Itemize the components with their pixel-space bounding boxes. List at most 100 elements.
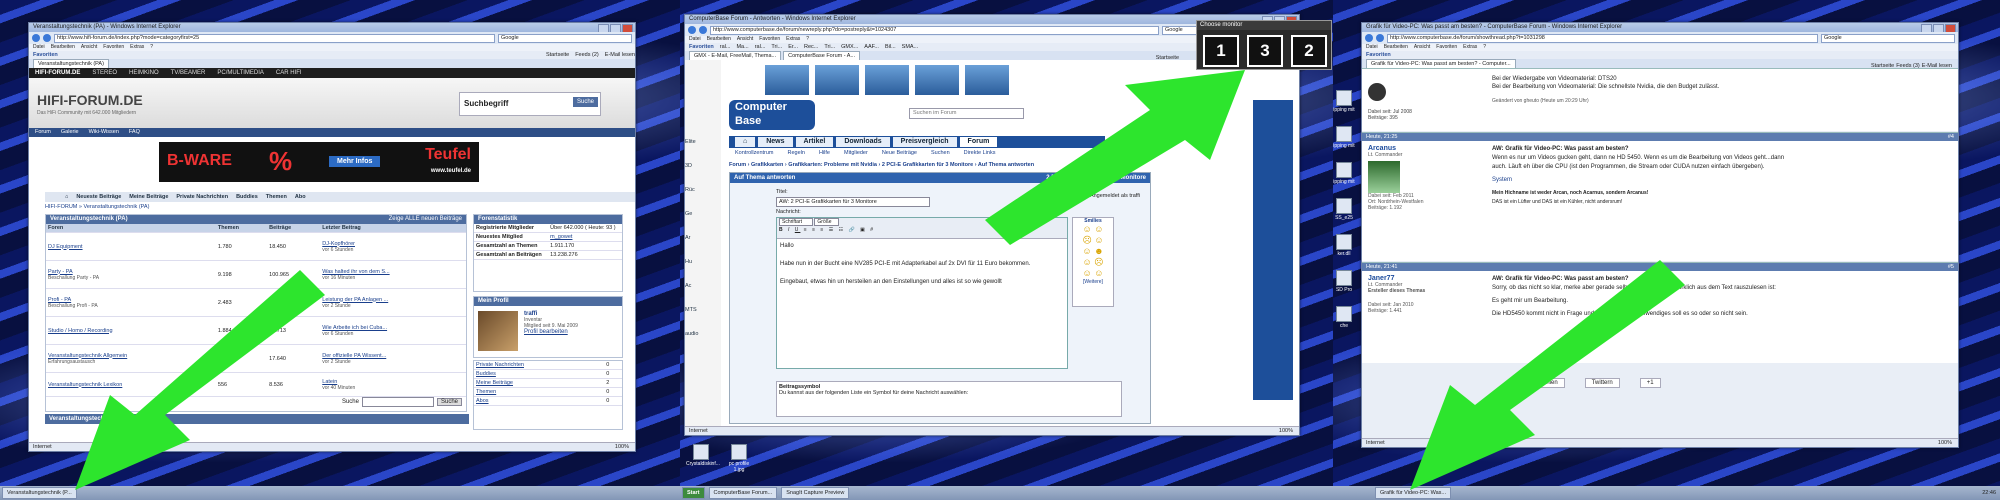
post-number[interactable]: #4 — [1948, 133, 1958, 141]
forum-link[interactable]: Veranstaltungstechnik Lexikon — [48, 382, 122, 388]
show-all-link[interactable]: Zeige ALLE neuen Beiträge — [389, 215, 466, 224]
menu-item[interactable]: Extras — [1463, 44, 1477, 51]
menu-pm[interactable]: Private Nachrichten — [176, 192, 228, 202]
clock[interactable]: 22:46 — [1982, 490, 2000, 496]
forward-button[interactable] — [699, 26, 707, 34]
post-number[interactable]: #5 — [1948, 263, 1958, 271]
taskbar-item[interactable]: ComputerBase Forum... — [708, 487, 778, 499]
underline-icon[interactable]: U — [795, 227, 801, 233]
format-buttons[interactable]: B I U ≡ ≡ ≡ ☰ ☷ 🔗 ▣ # — [779, 227, 1065, 233]
nav-tab-wiki[interactable]: Wiki-Wissen — [89, 128, 119, 137]
monitor-button-2[interactable]: 2 — [1291, 35, 1327, 67]
close-button[interactable] — [1945, 24, 1956, 32]
forward-button[interactable] — [1376, 34, 1384, 42]
home-icon[interactable]: ⌂ — [735, 137, 756, 147]
search-box[interactable]: Google — [498, 33, 632, 43]
menu-item[interactable]: Ansicht — [737, 36, 753, 43]
menu-item[interactable]: Favoriten — [1436, 44, 1457, 51]
desktop-icon[interactable]: ipping mit — [1333, 126, 1359, 149]
forum-link[interactable]: Studio / Homo / Recording — [48, 328, 113, 334]
menu-item[interactable]: Extras — [130, 44, 144, 51]
address-bar[interactable]: http://www.computerbase.de/forum/newrepl… — [710, 25, 1159, 35]
cb-search-input[interactable]: Suchen im Forum — [909, 108, 1024, 119]
font-select[interactable]: Schriftart — [779, 218, 814, 226]
menu-item[interactable]: Bearbeiten — [51, 44, 75, 51]
italic-icon[interactable]: I — [788, 227, 791, 233]
monitor-button-3[interactable]: 3 — [1247, 35, 1283, 67]
site-top-item[interactable]: HEIMKINO — [129, 68, 159, 78]
link-abos[interactable]: Abos — [476, 398, 489, 404]
menu-topics[interactable]: Themen — [266, 192, 287, 202]
fav-item[interactable]: ral... — [720, 43, 731, 51]
desktop-icon[interactable]: SS_e25 — [1333, 198, 1359, 221]
subnav-item[interactable]: Direkte Links — [964, 150, 996, 156]
cb-logo[interactable]: Computer Base — [729, 100, 815, 130]
fav-item[interactable]: Rec... — [804, 43, 818, 51]
menu-item[interactable]: Favoriten — [759, 36, 780, 43]
home-button[interactable]: Startseite — [546, 51, 569, 59]
ad-product[interactable] — [915, 65, 959, 95]
subnav-item[interactable]: Regeln — [788, 150, 805, 156]
zoom-level[interactable]: 100% — [1938, 439, 1952, 447]
avatar[interactable] — [1368, 83, 1386, 101]
nav-tab-galerie[interactable]: Galerie — [61, 128, 79, 137]
maximize-button[interactable] — [610, 24, 621, 32]
minimize-button[interactable] — [1921, 24, 1932, 32]
bold-icon[interactable]: B — [779, 227, 785, 233]
link-my-posts[interactable]: Meine Beiträge — [476, 380, 513, 386]
address-bar[interactable]: http://www.computerbase.de/forum/showthr… — [1387, 33, 1818, 43]
menu-item[interactable]: Bearbeiten — [707, 36, 731, 43]
more-smilies-link[interactable]: [Weitere] — [1073, 279, 1113, 285]
subnav-item[interactable]: Kontrollzentrum — [735, 150, 774, 156]
desktop-icon[interactable]: ipping mit — [1333, 90, 1359, 113]
recommend-button[interactable]: Empfehlen — [1522, 378, 1565, 388]
desktop-icon[interactable]: ipping mit — [1333, 162, 1359, 185]
link-buddies[interactable]: Buddies — [476, 371, 496, 377]
fav-item[interactable]: GMX... — [841, 43, 858, 51]
link-topics[interactable]: Themen — [476, 389, 496, 395]
back-button[interactable] — [32, 34, 40, 42]
close-button[interactable] — [622, 24, 633, 32]
taskbar-item[interactable]: Grafik für Video-PC: Was... — [1375, 487, 1452, 499]
menu-buddies[interactable]: Buddies — [236, 192, 258, 202]
breadcrumb[interactable]: Forum › Grafikkarten › Grafikkarten: Pro… — [729, 162, 1149, 168]
favorites-button[interactable]: Favoriten — [1366, 51, 1391, 59]
nav-news[interactable]: News — [758, 137, 793, 147]
site-logo[interactable]: HIFI-FORUM.DE — [37, 92, 143, 108]
back-button[interactable] — [1365, 34, 1373, 42]
desktop-icon[interactable]: SD Pro — [1333, 270, 1359, 293]
zoom-level[interactable]: 100% — [615, 443, 629, 451]
site-top-item[interactable]: PC/MULTIMEDIA — [217, 68, 264, 78]
menu-abo[interactable]: Abo — [295, 192, 306, 202]
search-box[interactable]: Google — [1821, 33, 1955, 43]
site-top-item[interactable]: TV/BEAMER — [171, 68, 206, 78]
avatar[interactable] — [1368, 161, 1400, 193]
menu-new-posts[interactable]: Neueste Beiträge — [76, 192, 121, 202]
plusone-button[interactable]: +1 — [1639, 378, 1661, 388]
size-select[interactable]: Größe — [814, 218, 839, 226]
breadcrumb[interactable]: HIFI-FORUM » Veranstaltungstechnik (PA) — [45, 204, 149, 210]
ad-banner[interactable]: B-WARE % Mehr Infos Teufel www.teufel.de — [159, 142, 479, 182]
desktop-icon[interactable]: ker.dll — [1333, 234, 1359, 257]
nav-tab-faq[interactable]: FAQ — [129, 128, 140, 137]
avatar[interactable] — [478, 311, 518, 351]
feeds-button[interactable]: Feeds (2) — [575, 51, 599, 59]
nav-preisvergleich[interactable]: Preisvergleich — [892, 137, 957, 147]
taskbar-item[interactable]: SnagIt Capture Preview — [781, 487, 850, 499]
fav-item[interactable]: Bil... — [885, 43, 896, 51]
search-button[interactable]: Suche — [572, 97, 598, 107]
monitor-button-1[interactable]: 1 — [1203, 35, 1239, 67]
bottom-search-button[interactable]: Suche — [436, 398, 462, 406]
subnav-item[interactable]: Mitglieder — [844, 150, 868, 156]
link-pm[interactable]: Private Nachrichten — [476, 362, 524, 368]
site-top-item[interactable]: CAR HIFI — [276, 68, 302, 78]
fav-item[interactable]: Ma... — [736, 43, 748, 51]
tweet-button[interactable]: Twittern — [1584, 378, 1620, 388]
menu-item[interactable]: ? — [1483, 44, 1486, 51]
forward-button[interactable] — [43, 34, 51, 42]
email-button[interactable]: E-Mail lesen — [605, 51, 635, 59]
menu-item[interactable]: Ansicht — [81, 44, 97, 51]
subnav-item[interactable]: Hilfe — [819, 150, 830, 156]
taskbar-item[interactable]: Veranstaltungstechnik (P... — [2, 487, 77, 499]
fav-item[interactable]: Er... — [788, 43, 798, 51]
